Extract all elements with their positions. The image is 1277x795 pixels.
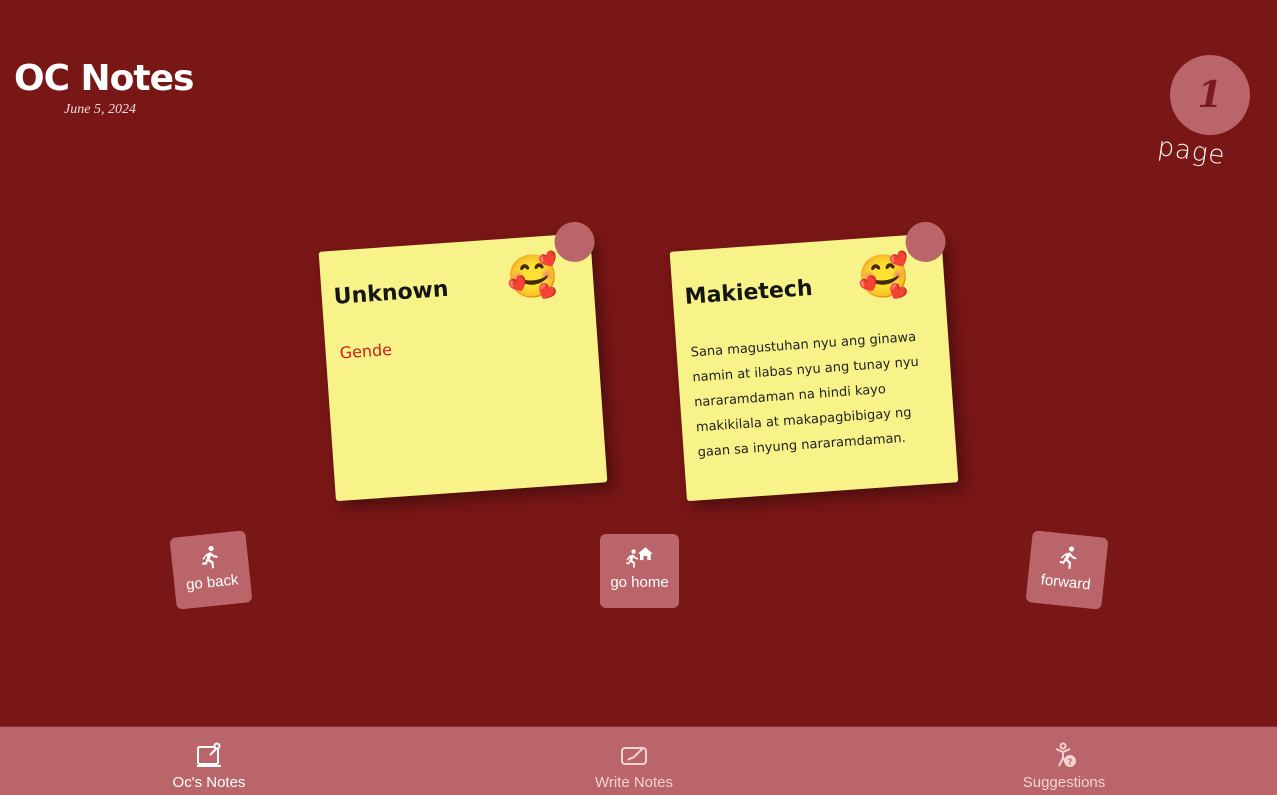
write-icon [619,740,649,770]
app-date: June 5, 2024 [64,102,136,117]
page-label: page [1155,132,1228,172]
page-number-badge: 1 [1170,55,1250,135]
note-body: Gende [339,339,393,363]
smiling-face-with-hearts-icon: 🥰 [855,251,912,302]
app-header: OC Notes June 5, 2024 [14,58,194,118]
nav-item-label: Write Notes [594,774,674,791]
pin-icon [553,220,596,264]
nav-item-write-notes[interactable]: Write Notes [534,727,734,795]
bottom-navigation: Oc's Notes Write Notes ? Suggestions [0,726,1277,795]
sticky-note[interactable]: 🥰 Makietech Sana magustuhan nyu ang gina… [669,220,959,502]
go-back-button[interactable]: go back [169,530,253,610]
note-title: Makietech [683,275,814,310]
smiling-face-with-hearts-icon: 🥰 [504,251,561,302]
nav-item-oc-notes[interactable]: Oc's Notes [109,727,309,795]
note-body: Sana magustuhan nyu ang ginawa namin at … [690,329,920,461]
nav-item-label: Suggestions [1022,774,1106,791]
note-title: Unknown [332,276,450,310]
go-home-label: go home [610,574,669,591]
pin-icon [904,220,947,264]
svg-text:?: ? [1068,758,1073,767]
nav-item-label: Oc's Notes [172,774,246,791]
go-home-button[interactable]: go home [600,534,679,608]
app-title: OC Notes [14,58,194,99]
sticky-note[interactable]: 🥰 Unknown Gende [318,220,608,502]
run-home-icon [600,544,679,574]
nav-item-suggestions[interactable]: ? Suggestions [964,727,1164,795]
forward-button[interactable]: forward [1025,530,1109,610]
notes-icon [194,740,224,770]
suggestions-icon: ? [1049,740,1079,770]
